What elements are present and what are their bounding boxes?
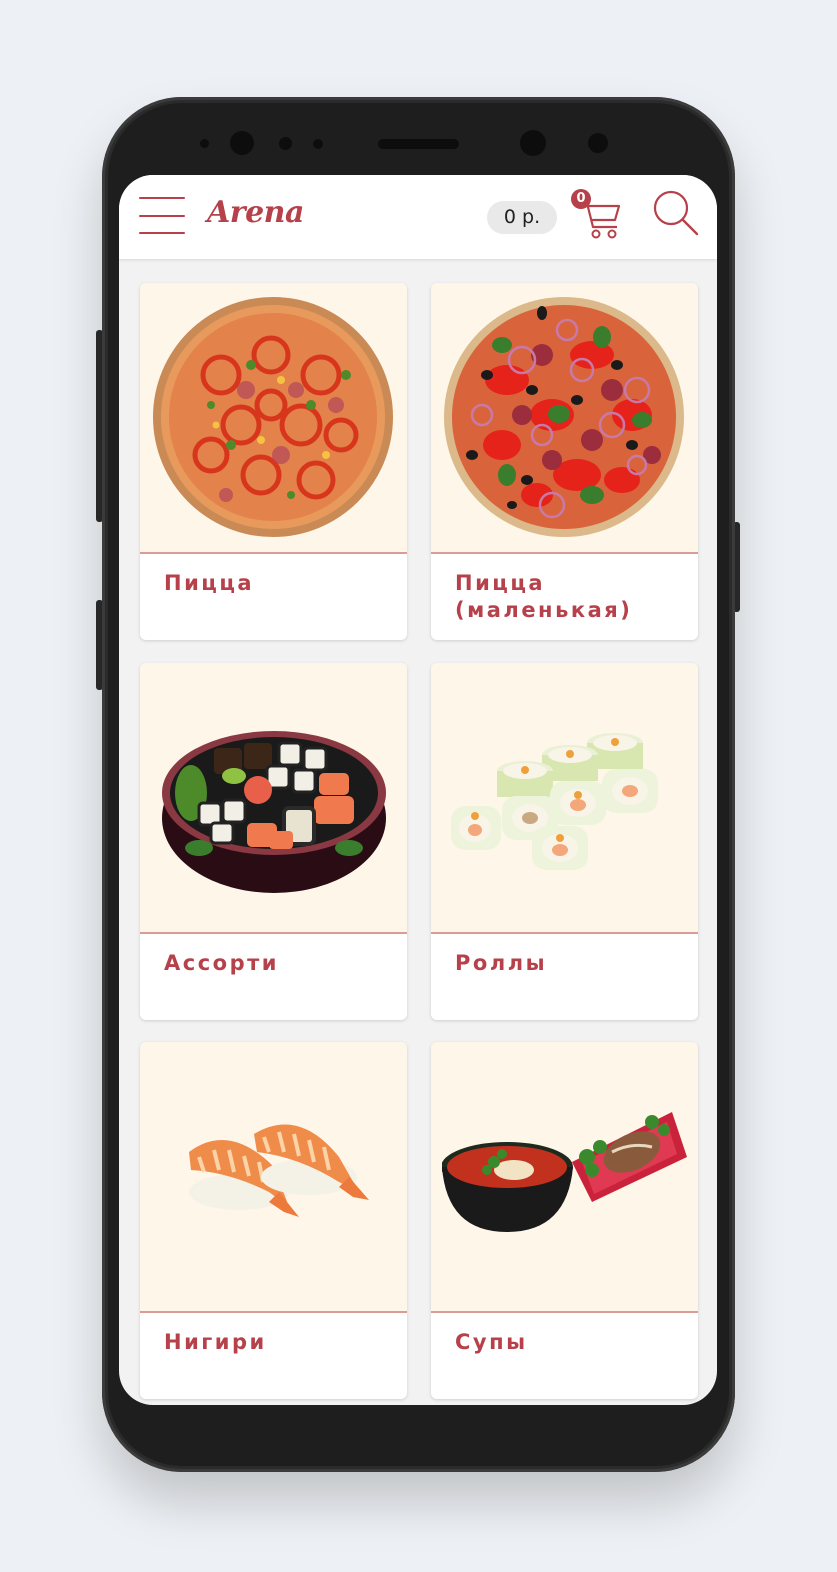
- brand-logo: Arena: [207, 195, 304, 230]
- earpiece-speaker: [378, 139, 459, 149]
- top-bar: Arena 0 р. 0: [119, 175, 717, 259]
- sushi-set-image: [161, 730, 386, 893]
- category-label: Супы: [455, 1330, 528, 1354]
- sensor-icon: [200, 139, 209, 148]
- category-card-pizza[interactable]: Пицца: [140, 283, 407, 640]
- search-button[interactable]: [651, 187, 701, 237]
- sensor-icon: [313, 139, 323, 149]
- category-card-nigiri[interactable]: Нигири: [140, 1042, 407, 1399]
- hamburger-icon-line: [139, 232, 185, 234]
- category-card-pizza-small[interactable]: Пицца (маленькая): [431, 283, 698, 640]
- category-image: [140, 283, 407, 554]
- soup-image: [442, 1111, 687, 1232]
- category-image: [431, 1042, 698, 1313]
- category-image: [431, 663, 698, 934]
- app-screen: Arena 0 р. 0 Пицца Пицца (маленькая) Асс…: [119, 175, 717, 1405]
- iris-sensor-icon: [588, 133, 608, 153]
- nigiri-image: [188, 1124, 369, 1217]
- menu-button[interactable]: [139, 197, 185, 234]
- category-card-rolls[interactable]: Роллы: [431, 663, 698, 1020]
- front-camera-icon: [230, 131, 254, 155]
- category-label: Нигири: [164, 1330, 267, 1354]
- category-image: [431, 283, 698, 554]
- category-image: [140, 663, 407, 934]
- category-image: [140, 1042, 407, 1313]
- category-card-assorted[interactable]: Ассорти: [140, 663, 407, 1020]
- category-label: Ассорти: [164, 951, 279, 975]
- cart-total: 0 р.: [487, 201, 557, 234]
- hamburger-icon: [139, 197, 185, 199]
- hamburger-icon-line: [139, 215, 185, 217]
- category-label: Пицца: [164, 571, 255, 595]
- search-icon: [653, 190, 699, 236]
- category-card-soups[interactable]: Супы: [431, 1042, 698, 1399]
- rolls-image: [450, 732, 658, 870]
- pizza-image: [153, 297, 393, 537]
- iris-camera-icon: [520, 130, 546, 156]
- cart-button[interactable]: 0: [571, 189, 623, 241]
- pizza-small-image: [444, 297, 684, 537]
- sensor-icon: [279, 137, 292, 150]
- category-label: Пицца (маленькая): [455, 571, 633, 622]
- cart-count-badge: 0: [571, 189, 591, 209]
- category-label: Роллы: [455, 951, 548, 975]
